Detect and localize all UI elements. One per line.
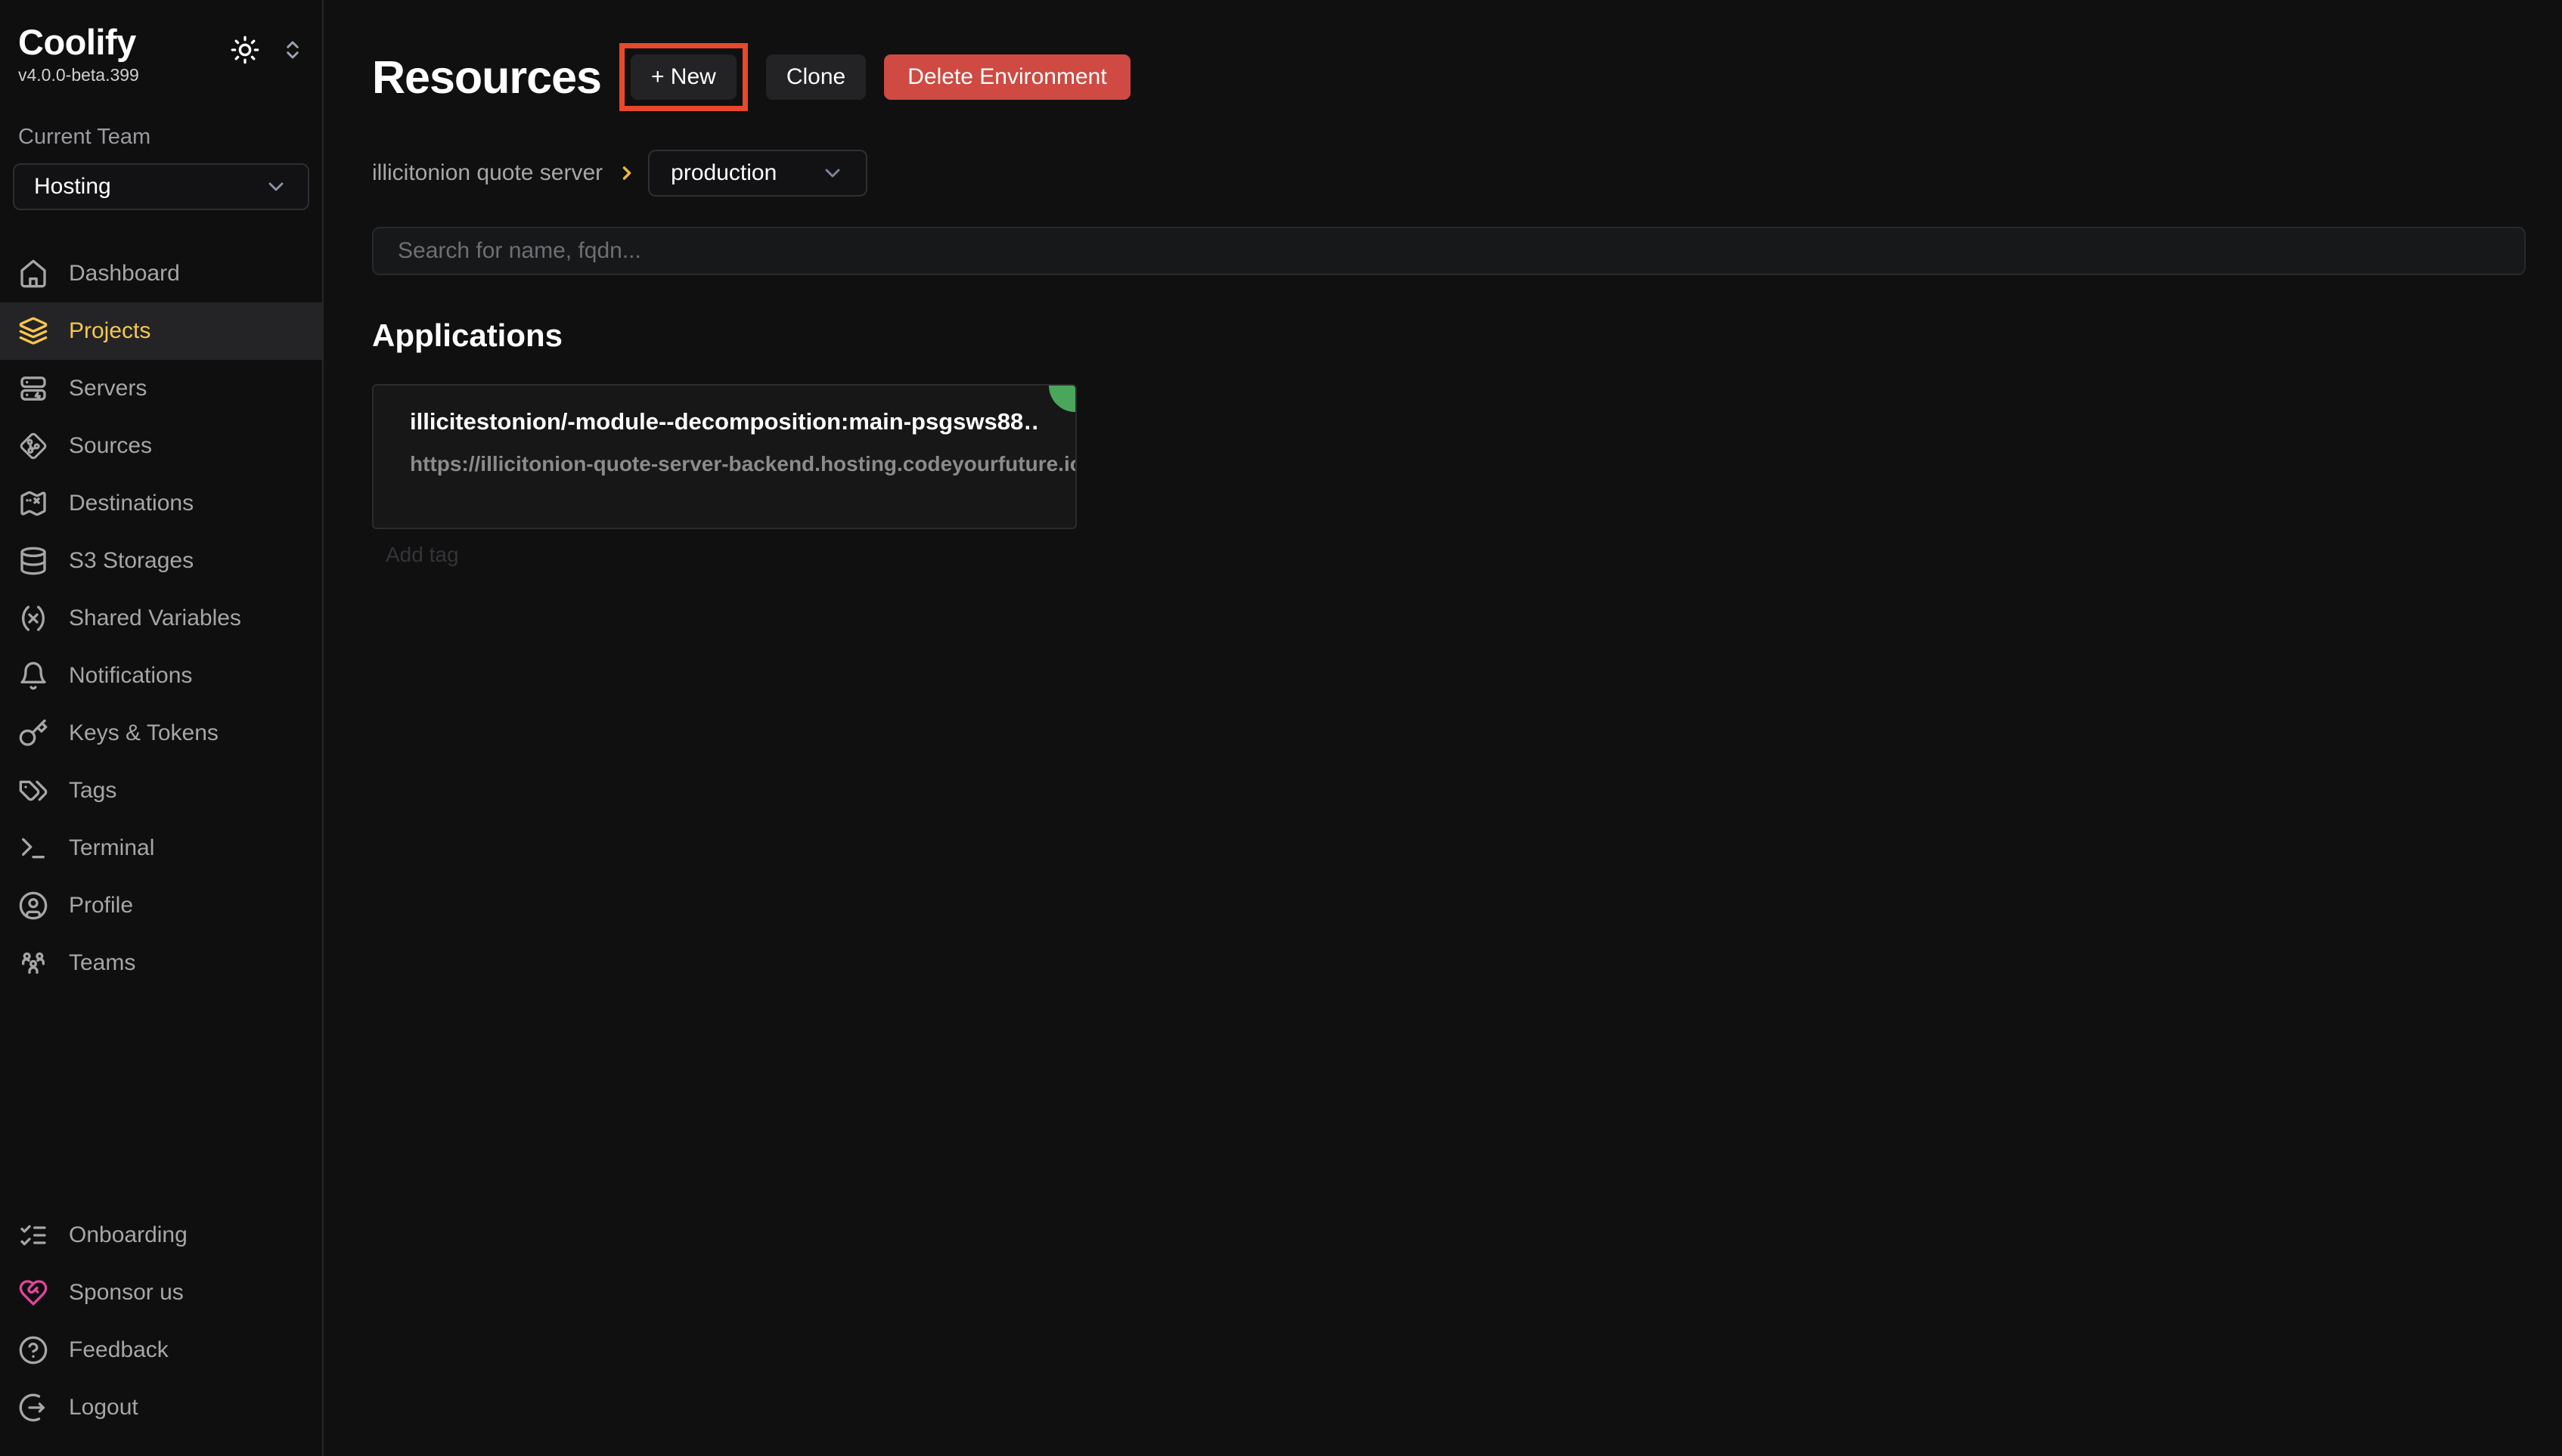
home-icon [18,259,48,289]
list-checks-icon [18,1220,48,1250]
sidebar-item-sources[interactable]: Sources [0,417,322,475]
help-circle-icon [18,1335,48,1365]
chevron-right-icon [616,163,637,184]
page-title: Resources [372,51,601,104]
current-team-label: Current Team [18,125,304,150]
breadcrumb-project[interactable]: illicitonion quote server [372,160,603,186]
heart-handshake-icon [18,1278,48,1308]
sidebar-item-label: Sponsor us [69,1280,184,1306]
status-indicator [1049,386,1075,412]
team-select-value: Hosting [34,174,111,200]
sidebar-item-label: Dashboard [69,261,180,287]
sidebar-item-notifications[interactable]: Notifications [0,647,322,705]
clone-button[interactable]: Clone [766,54,866,100]
page-header: Resources + New Clone Delete Environment [372,20,2526,135]
environment-select-value: production [671,160,777,186]
sidebar-header: Coolify v4.0.0-beta.399 [0,23,322,85]
sidebar-item-dashboard[interactable]: Dashboard [0,245,322,302]
tags-icon [18,776,48,806]
git-source-icon [18,431,48,461]
main-content: Resources + New Clone Delete Environment… [324,0,2562,1456]
sidebar-item-destinations[interactable]: Destinations [0,475,322,532]
search-bar [372,227,2526,275]
sidebar-item-profile[interactable]: Profile [0,877,322,934]
sidebar-item-s3-storages[interactable]: S3 Storages [0,532,322,590]
application-url: https://illicitonion-quote-server-backen… [410,452,1039,476]
database-icon [18,546,48,576]
sidebar-item-label: Tags [69,778,116,804]
sidebar-item-sponsor-us[interactable]: Sponsor us [0,1264,322,1321]
sidebar-item-label: Profile [69,893,133,919]
sidebar-item-label: Notifications [69,663,192,689]
annotation-highlight: + New [619,43,748,111]
layers-icon [18,316,48,346]
bell-icon [18,661,48,691]
add-tag-input[interactable]: Add tag [386,543,2526,567]
sidebar-item-keys-tokens[interactable]: Keys & Tokens [0,705,322,762]
breadcrumb: illicitonion quote server production [372,150,2526,197]
sidebar-item-servers[interactable]: Servers [0,360,322,417]
chevron-down-icon [264,175,288,199]
users-icon [18,948,48,978]
terminal-icon [18,833,48,863]
application-card[interactable]: illicitestonion/-module--decomposition:m… [372,384,1077,529]
key-icon [18,718,48,748]
search-input[interactable] [372,227,2526,275]
sidebar-item-label: S3 Storages [69,548,194,574]
delete-environment-button[interactable]: Delete Environment [884,54,1130,100]
sidebar-item-label: Keys & Tokens [69,720,219,746]
chevrons-up-down-icon[interactable] [281,39,304,61]
sidebar-nav: Dashboard Projects Servers Sources Desti… [0,245,322,992]
environment-select[interactable]: production [648,150,867,197]
sidebar-item-label: Sources [69,433,152,459]
application-name: illicitestonion/-module--decomposition:m… [410,408,1039,435]
server-icon [18,373,48,404]
theme-controls [230,35,304,65]
sidebar-item-teams[interactable]: Teams [0,934,322,992]
app-version: v4.0.0-beta.399 [18,65,139,85]
sidebar-footer-nav: Onboarding Sponsor us Feedback Logout [0,1207,322,1436]
sidebar-item-label: Shared Variables [69,606,241,631]
sidebar-item-tags[interactable]: Tags [0,762,322,819]
sidebar-item-label: Servers [69,376,147,401]
sidebar-item-logout[interactable]: Logout [0,1379,322,1436]
sidebar-item-label: Destinations [69,491,194,516]
new-button[interactable]: + New [631,54,737,100]
chevron-down-icon [820,161,845,185]
sidebar-item-label: Onboarding [69,1222,188,1248]
brand: Coolify v4.0.0-beta.399 [18,23,139,85]
sidebar-item-feedback[interactable]: Feedback [0,1321,322,1379]
sidebar-item-label: Terminal [69,835,154,861]
applications-section-title: Applications [372,318,2526,354]
sidebar-item-label: Projects [69,318,150,344]
sidebar: Coolify v4.0.0-beta.399 Current Team Hos… [0,0,324,1456]
sidebar-item-shared-variables[interactable]: Shared Variables [0,590,322,647]
log-out-icon [18,1392,48,1423]
sidebar-item-label: Logout [69,1395,138,1420]
sidebar-item-projects[interactable]: Projects [0,302,322,360]
sun-icon[interactable] [230,35,260,65]
map-icon [18,488,48,519]
sidebar-item-terminal[interactable]: Terminal [0,819,322,877]
variable-icon [18,603,48,634]
sidebar-item-label: Teams [69,950,135,976]
app-root: Coolify v4.0.0-beta.399 Current Team Hos… [0,0,2562,1456]
user-circle-icon [18,891,48,921]
app-logo: Coolify [18,23,139,62]
team-select[interactable]: Hosting [13,163,309,210]
sidebar-item-onboarding[interactable]: Onboarding [0,1207,322,1264]
sidebar-item-label: Feedback [69,1337,169,1363]
